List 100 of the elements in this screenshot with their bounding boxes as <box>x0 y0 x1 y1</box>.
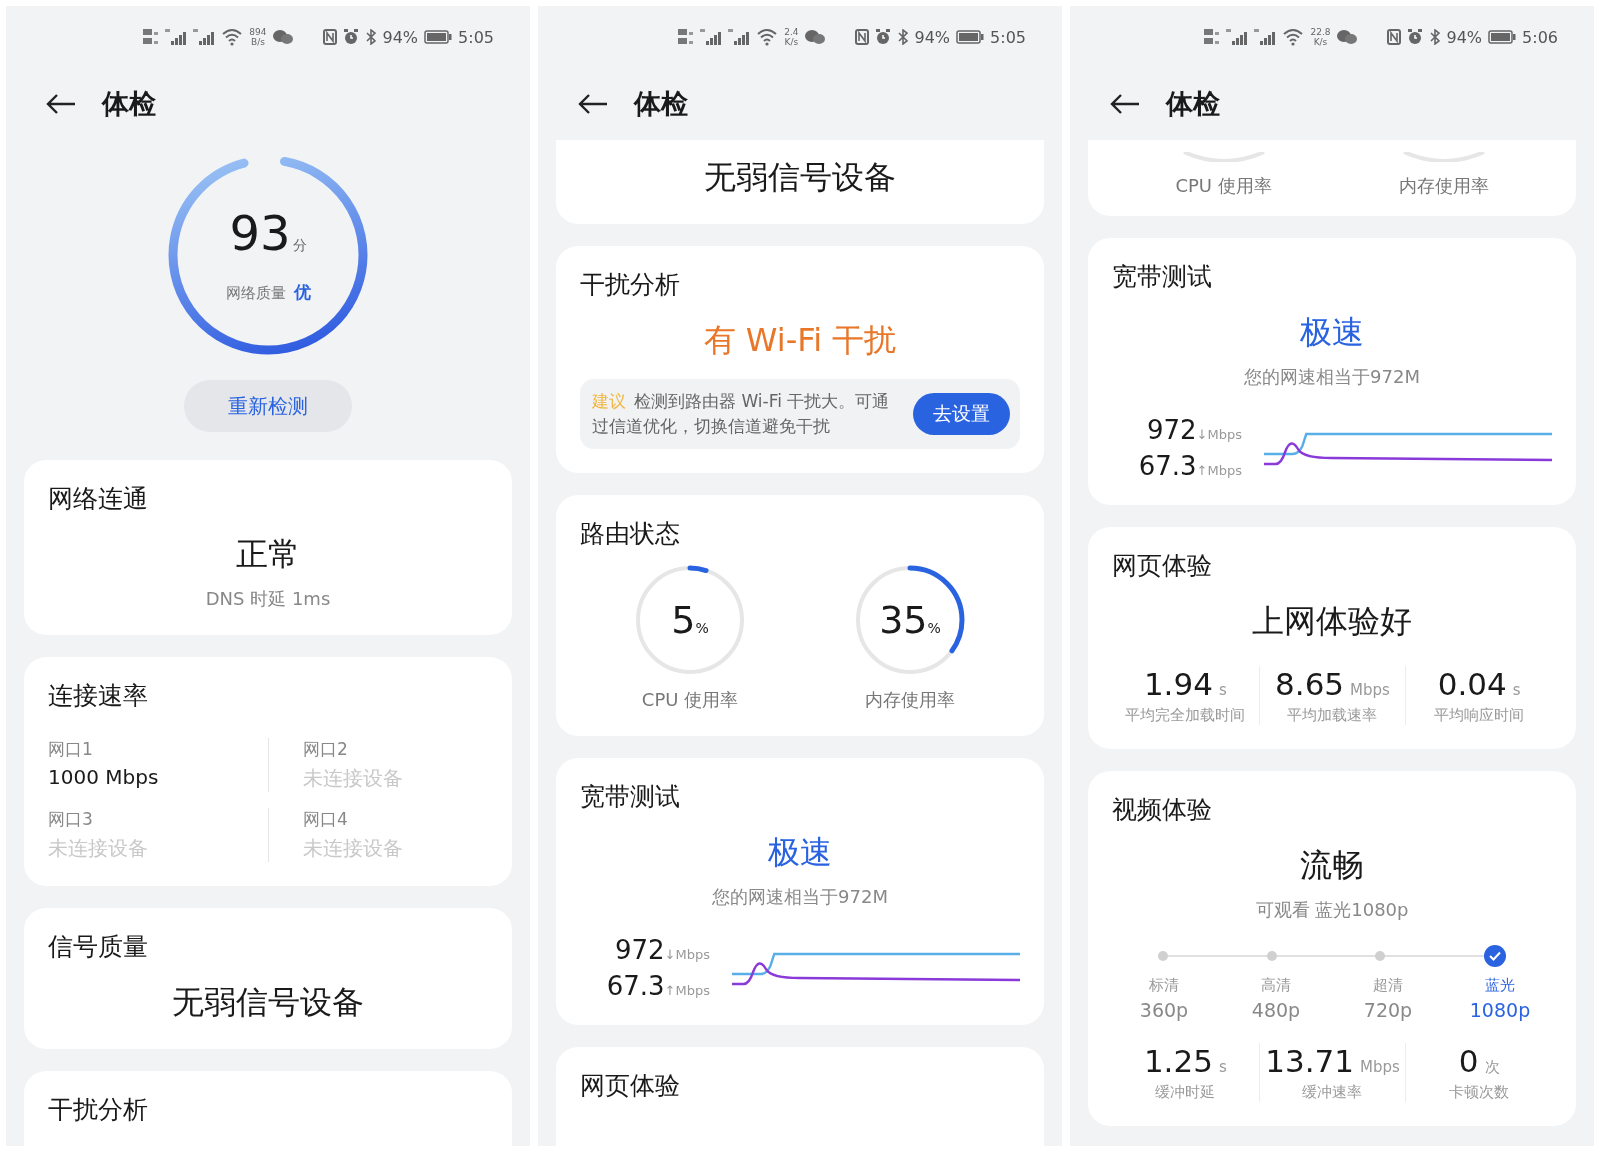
result-text: 极速 <box>1300 312 1364 353</box>
result-text: 无弱信号设备 <box>172 982 364 1023</box>
quality-name: 高清 <box>1261 976 1291 995</box>
sim-card-icon <box>1204 28 1221 46</box>
port-name: 网口2 <box>303 738 349 761</box>
battery-percent: 94% <box>1446 27 1483 47</box>
battery-percent: 94% <box>382 27 419 47</box>
quality-resolution: 480p <box>1251 999 1301 1021</box>
slider-stop[interactable] <box>1375 951 1386 961</box>
quality-label: 网络质量 <box>225 283 286 303</box>
battery-icon <box>1488 30 1517 44</box>
upload-speed: 67.3↑Mbps <box>606 971 710 1001</box>
gauge-label: CPU 使用率 <box>641 688 739 712</box>
slider-stop[interactable] <box>1158 951 1168 961</box>
result-text: 上网体验好 <box>1252 601 1412 642</box>
card-title: 干扰分析 <box>48 1094 149 1126</box>
settings-button[interactable]: 去设置 <box>913 393 1010 435</box>
result-text: 流畅 <box>1300 845 1364 886</box>
chat-icon <box>272 29 293 45</box>
page-title: 体检 <box>1166 87 1220 121</box>
metric-label: 卡顿次数 <box>1449 1083 1510 1102</box>
card-title: 干扰分析 <box>580 269 681 301</box>
bluetooth-icon <box>1428 29 1441 45</box>
page-title: 体检 <box>634 87 688 121</box>
battery-percent: 94% <box>914 27 951 47</box>
signal-icon <box>193 29 216 45</box>
score-value: 93 分 <box>229 206 307 263</box>
signal-icon <box>1226 29 1249 45</box>
back-arrow-icon[interactable] <box>578 93 608 115</box>
quality-name: 超清 <box>1373 976 1403 995</box>
card-title: 宽带测试 <box>580 781 681 813</box>
battery-icon <box>424 30 453 44</box>
network-speed: 22.8 K/s <box>1310 27 1331 47</box>
gauge-label: 内存使用率 <box>1398 174 1489 198</box>
clock-time: 5:05 <box>990 27 1026 47</box>
metric-value: 0.04 s <box>1437 666 1521 702</box>
metric-label: 平均加载速率 <box>1287 706 1378 725</box>
card-title: 连接速率 <box>48 680 149 712</box>
clock-time: 5:05 <box>458 27 494 47</box>
page-title: 体检 <box>102 87 156 121</box>
back-arrow-icon[interactable] <box>1110 93 1140 115</box>
chat-icon <box>1336 29 1357 45</box>
quality-name: 蓝光 <box>1485 976 1515 995</box>
network-speed: 894 B/s <box>249 27 267 47</box>
wifi-icon <box>221 28 244 46</box>
suggestion-text: 建议 检测到路由器 Wi-Fi 干扰大。可通过信道优化，切换信道避免干扰 <box>592 390 891 438</box>
port-status: 1000 Mbps <box>48 765 160 789</box>
wifi-icon <box>1282 28 1305 46</box>
alarm-icon <box>1406 29 1423 45</box>
upload-speed: 67.3↑Mbps <box>1138 451 1242 481</box>
result-text: 极速 <box>768 832 832 873</box>
gauge-label: CPU 使用率 <box>1175 174 1272 198</box>
gauge-label: 内存使用率 <box>865 688 955 712</box>
quality-resolution: 1080p <box>1469 999 1531 1021</box>
back-arrow-icon[interactable] <box>46 93 76 115</box>
result-text: 有 Wi-Fi 干扰 <box>703 320 897 361</box>
result-note: 可观看 蓝光1080p <box>1255 898 1409 922</box>
download-speed: 972↓Mbps <box>614 935 710 965</box>
quality-resolution: 360p <box>1139 999 1189 1021</box>
result-text: 正常 <box>236 534 300 575</box>
metric-value: 1.94 s <box>1143 666 1227 702</box>
signal-icon <box>165 29 188 45</box>
metric-label: 平均响应时间 <box>1434 706 1525 725</box>
bluetooth-icon <box>364 29 377 45</box>
alarm-icon <box>874 29 891 45</box>
network-speed: 2.4 K/s <box>784 27 799 47</box>
metric-value: 0 次 <box>1458 1043 1500 1079</box>
gauge-value: 5% <box>671 598 709 642</box>
quality-resolution: 720p <box>1363 999 1413 1021</box>
card-title: 视频体验 <box>1112 794 1213 826</box>
metric-label: 缓冲速率 <box>1302 1083 1363 1102</box>
metric-value: 1.25 s <box>1143 1043 1227 1079</box>
metric-value: 8.65 Mbps <box>1275 666 1390 702</box>
card-title: 宽带测试 <box>1112 261 1213 293</box>
download-speed: 972↓Mbps <box>1146 415 1242 445</box>
slider-stop[interactable] <box>1266 951 1277 961</box>
wifi-icon <box>756 28 779 46</box>
result-note: 您的网速相当于972M <box>712 885 888 909</box>
signal-icon <box>700 29 723 45</box>
gauge-value: 35% <box>879 598 941 642</box>
result-text: 无弱信号设备 <box>704 157 896 198</box>
card-title: 信号质量 <box>48 931 149 963</box>
check-icon[interactable] <box>1483 945 1506 967</box>
battery-icon <box>956 30 985 44</box>
metric-value: 13.71 Mbps <box>1265 1043 1400 1079</box>
port-name: 网口4 <box>303 808 349 831</box>
signal-icon <box>728 29 751 45</box>
chat-icon <box>804 29 825 45</box>
card-title: 网络连通 <box>48 483 149 515</box>
result-note: DNS 时延 1ms <box>205 587 331 611</box>
nfc-icon <box>1386 29 1401 45</box>
metric-label: 平均完全加载时间 <box>1125 706 1246 725</box>
recheck-button[interactable]: 重新检测 <box>184 380 352 432</box>
nfc-icon <box>854 29 869 45</box>
alarm-icon <box>342 29 359 45</box>
card-title: 路由状态 <box>580 518 681 550</box>
result-note: 您的网速相当于972M <box>1244 365 1420 389</box>
quality-name: 标清 <box>1149 976 1179 995</box>
sim-card-icon <box>678 28 695 46</box>
clock-time: 5:06 <box>1522 27 1558 47</box>
